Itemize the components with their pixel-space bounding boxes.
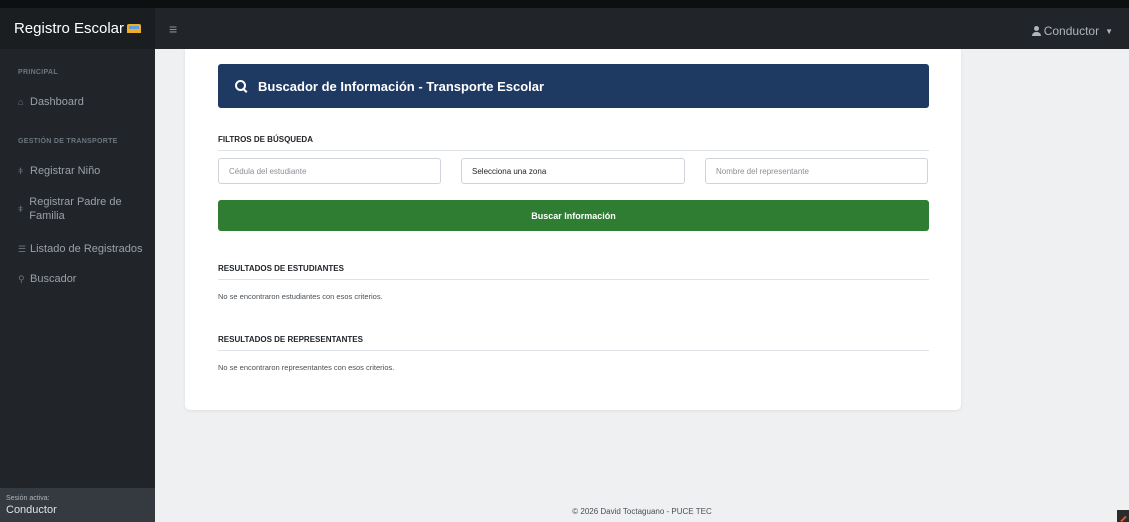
home-icon: ⌂ <box>18 97 24 107</box>
reps-results-title: RESULTADOS DE REPRESENTANTES <box>218 335 929 351</box>
representante-input[interactable] <box>705 158 928 184</box>
user-label: Conductor <box>1043 24 1100 38</box>
caret-down-icon: ▼ <box>1105 26 1113 36</box>
search-icon <box>235 79 248 93</box>
user-dropdown[interactable]: Conductor ▼ <box>1031 24 1113 38</box>
zona-select[interactable]: Selecciona una zona <box>461 158 685 184</box>
sidebar: PRINCIPAL ⌂ Dashboard GESTIÓN DE TRANSPO… <box>0 49 155 522</box>
card-title: Buscador de Información - Transporte Esc… <box>258 78 545 94</box>
reps-empty-message: No se encontraron representantes con eso… <box>218 363 395 372</box>
parent-icon: ǂ <box>18 204 24 214</box>
sidebar-item-label: Listado de Registrados <box>30 243 143 255</box>
card-header: Buscador de Información - Transporte Esc… <box>218 64 929 108</box>
brand-title: Registro Escolar <box>13 20 125 37</box>
bus-icon <box>127 24 142 33</box>
zona-select-value: Selecciona una zona <box>472 166 547 176</box>
sidebar-heading-transporte: GESTIÓN DE TRANSPORTE <box>18 138 118 145</box>
sidebar-item-registrar-nino[interactable]: ǂ Registrar Niño <box>18 164 148 178</box>
search-card: Buscador de Información - Transporte Esc… <box>185 49 961 410</box>
sidebar-item-registrar-padre[interactable]: ǂ Registrar Padre de Familia <box>18 195 148 223</box>
sidebar-heading-principal: PRINCIPAL <box>18 69 58 76</box>
user-icon <box>1031 26 1041 36</box>
corner-icon <box>1117 510 1129 522</box>
students-results-title: RESULTADOS DE ESTUDIANTES <box>218 264 929 280</box>
students-empty-message: No se encontraron estudiantes con esos c… <box>218 292 383 301</box>
child-icon: ǂ <box>18 166 24 176</box>
sidebar-item-dashboard[interactable]: ⌂ Dashboard <box>18 95 148 109</box>
sidebar-item-listado[interactable]: ☰ Listado de Registrados <box>18 242 148 256</box>
filters-title: FILTROS DE BÚSQUEDA <box>218 135 929 151</box>
session-label: Sesión activa: <box>6 495 50 502</box>
top-navbar: Registro Escolar ≡ Conductor ▼ <box>0 0 1129 49</box>
sidebar-item-label: Registrar Niño <box>30 165 101 177</box>
sidebar-item-label: Buscador <box>30 273 77 285</box>
search-button[interactable]: Buscar Información <box>218 200 929 231</box>
sidebar-item-label: Dashboard <box>30 96 84 108</box>
session-footer: Sesión activa: Conductor <box>0 488 155 522</box>
sidebar-item-label: Registrar Padre de Familia <box>29 196 122 222</box>
session-value: Conductor <box>6 504 57 516</box>
cedula-input[interactable] <box>218 158 441 184</box>
hamburger-icon[interactable]: ≡ <box>169 22 177 36</box>
brand-link[interactable]: Registro Escolar <box>0 8 155 49</box>
sidebar-item-buscador[interactable]: ⚲ Buscador <box>18 272 148 286</box>
page-footer: © 2026 David Toctaguano - PUCE TEC <box>572 507 712 516</box>
list-icon: ☰ <box>18 244 27 254</box>
search-icon: ⚲ <box>18 274 25 284</box>
